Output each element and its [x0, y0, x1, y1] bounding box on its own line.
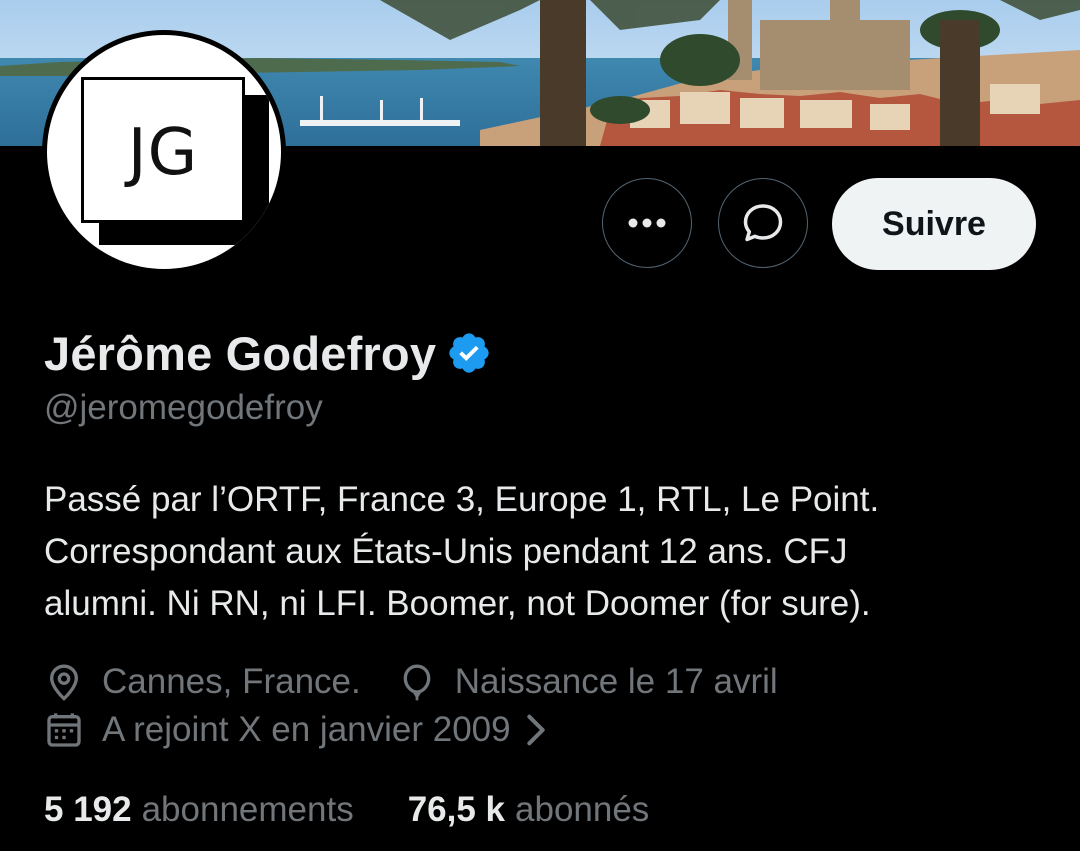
more-icon [628, 218, 666, 228]
followers-count: 76,5 k [407, 790, 506, 829]
profile-meta-row: A rejoint X en janvier 2009 [44, 704, 587, 756]
message-button[interactable] [718, 178, 808, 268]
birthday-text: Naissance le 17 avril [454, 662, 778, 701]
bio-line: Correspondant aux États-Unis pendant 12 … [44, 532, 848, 571]
message-icon [743, 204, 783, 242]
following-label: abonnements [141, 790, 354, 829]
joined-text: A rejoint X en janvier 2009 [102, 710, 511, 749]
profile-meta-row: Cannes, France. Naissance le 17 avril [44, 656, 814, 708]
joined-item[interactable]: A rejoint X en janvier 2009 [44, 710, 551, 750]
avatar[interactable]: JG [42, 30, 286, 274]
location-pin-icon [49, 664, 79, 701]
name-row: Jérôme Godefroy [44, 322, 492, 384]
profile-handle: @jeromegodefroy [44, 388, 323, 427]
more-button[interactable] [602, 178, 692, 268]
verified-badge-icon[interactable] [446, 330, 492, 376]
calendar-icon [47, 713, 81, 747]
location-text: Cannes, France. [102, 662, 361, 701]
following-count: 5 192 [44, 790, 132, 829]
following-stat[interactable]: 5 192 abonnements [44, 790, 354, 830]
location-item: Cannes, France. [44, 662, 361, 702]
follow-stats: 5 192 abonnements 76,5 k abonnés [44, 786, 703, 834]
followers-label: abonnés [515, 790, 650, 829]
follow-button[interactable]: Suivre [832, 178, 1036, 270]
birthday-item: Naissance le 17 avril [397, 662, 778, 702]
bio-line: Passé par l’ORTF, France 3, Europe 1, RT… [44, 480, 880, 519]
followers-stat[interactable]: 76,5 k abonnés [408, 790, 650, 830]
avatar-initials: JG [127, 116, 199, 190]
profile-bio: Passé par l’ORTF, France 3, Europe 1, RT… [44, 474, 1044, 630]
chevron-right-icon [526, 714, 545, 746]
balloon-icon [403, 664, 431, 701]
avatar-image: JG [47, 35, 281, 269]
profile-name: Jérôme Godefroy [44, 326, 437, 380]
avatar-logo: JG [81, 77, 245, 223]
bio-line: alumni. Ni RN, ni LFI. Boomer, not Doome… [44, 584, 871, 623]
